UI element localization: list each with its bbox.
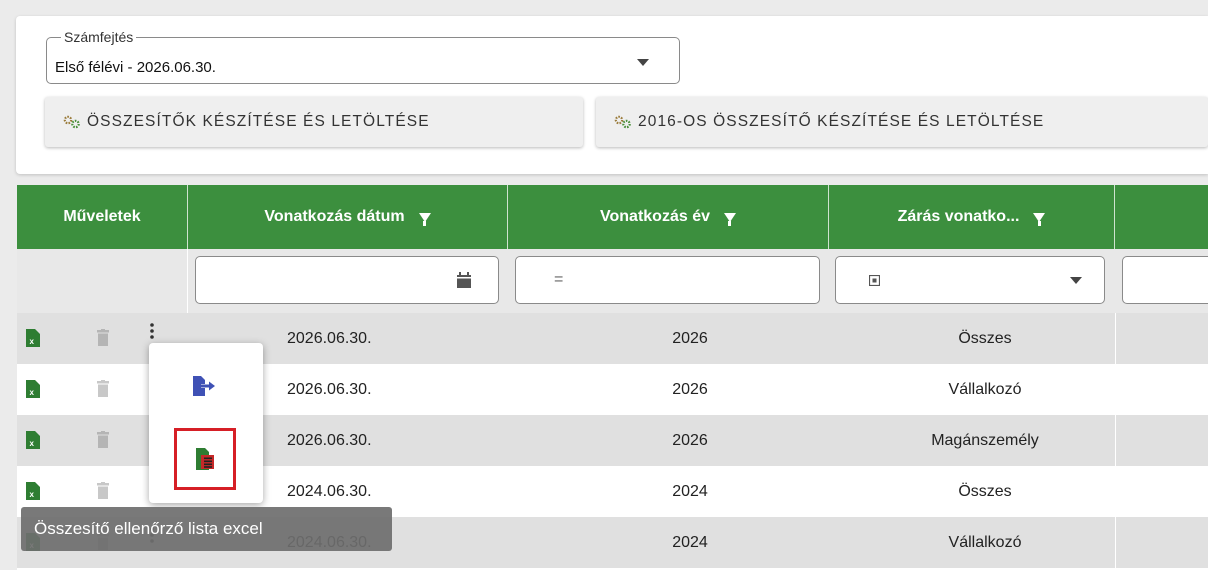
excel-checklist-menu-item[interactable] bbox=[174, 428, 236, 490]
trash-icon[interactable] bbox=[97, 329, 109, 346]
row-actions-menu bbox=[149, 343, 263, 503]
chevron-down-icon bbox=[637, 59, 649, 66]
zaras-cell: Vállalkozó bbox=[948, 533, 1022, 551]
zaras-cell: Összes bbox=[958, 329, 1012, 347]
chevron-down-icon bbox=[1070, 277, 1082, 284]
zaras-cell: Vállalkozó bbox=[948, 380, 1022, 398]
svg-text:x: x bbox=[30, 439, 35, 448]
svg-text:x: x bbox=[30, 388, 35, 397]
trash-icon[interactable] bbox=[97, 431, 109, 448]
column-header-muveletek: Műveletek bbox=[17, 185, 188, 249]
excel-file-icon[interactable]: x bbox=[26, 482, 40, 500]
trash-icon[interactable] bbox=[97, 482, 109, 499]
date-cell: 2026.06.30. bbox=[287, 380, 372, 398]
excel-file-icon[interactable]: x bbox=[26, 431, 40, 449]
year-cell: 2024 bbox=[672, 533, 708, 551]
column-header-zaras[interactable]: Zárás vonatko... bbox=[829, 185, 1115, 249]
date-cell: 2026.06.30. bbox=[287, 431, 372, 449]
year-cell: 2026 bbox=[672, 431, 708, 449]
filter-cell-empty bbox=[17, 249, 188, 313]
excel-list-icon bbox=[196, 448, 214, 470]
extra-cell bbox=[1115, 313, 1208, 364]
column-header-label: Zárás vonatko... bbox=[897, 208, 1020, 225]
grid-header: Műveletek Vonatkozás dátum Vonatkozás év… bbox=[17, 185, 1208, 249]
svg-text:x: x bbox=[30, 490, 35, 499]
zaras-filter-select[interactable] bbox=[835, 256, 1105, 304]
extra-cell bbox=[1115, 517, 1208, 568]
button-label: 2016-OS ÖSSZESÍTŐ KÉSZÍTÉSE ÉS LETÖLTÉSE bbox=[638, 113, 1045, 130]
button-label: ÖSSZESÍTŐK KÉSZÍTÉSE ÉS LETÖLTÉSE bbox=[87, 113, 430, 130]
year-cell: 2026 bbox=[672, 329, 708, 347]
filter-row: = bbox=[17, 249, 1208, 313]
filter-operator-icon bbox=[869, 275, 880, 286]
column-header-label: Vonatkozás év bbox=[600, 208, 710, 225]
extra-cell bbox=[1115, 415, 1208, 466]
filter-icon[interactable] bbox=[723, 212, 736, 226]
year-filter-input[interactable]: = bbox=[515, 256, 820, 304]
select-label: Számfejtés bbox=[61, 28, 137, 46]
file-export-icon[interactable] bbox=[193, 376, 215, 396]
select-value: Első félévi - 2026.06.30. bbox=[55, 59, 216, 76]
more-vertical-icon[interactable] bbox=[150, 323, 154, 339]
filter-icon[interactable] bbox=[418, 212, 431, 226]
excel-file-icon[interactable]: x bbox=[26, 380, 40, 398]
date-cell: 2026.06.30. bbox=[287, 329, 372, 347]
year-cell: 2026 bbox=[672, 380, 708, 398]
create-summaries-button[interactable]: ÖSSZESÍTŐK KÉSZÍTÉSE ÉS LETÖLTÉSE bbox=[45, 97, 583, 147]
date-filter-input[interactable] bbox=[195, 256, 499, 304]
year-cell: 2024 bbox=[672, 482, 708, 500]
svg-text:x: x bbox=[30, 337, 35, 346]
column-header-label: Műveletek bbox=[63, 208, 141, 225]
extra-filter-input[interactable] bbox=[1122, 256, 1208, 304]
filter-icon[interactable] bbox=[1033, 212, 1046, 226]
zaras-cell: Magánszemély bbox=[931, 431, 1039, 449]
calendar-icon[interactable] bbox=[457, 272, 471, 288]
column-header-vonatkozas-ev[interactable]: Vonatkozás év bbox=[508, 185, 829, 249]
create-2016-summary-button[interactable]: 2016-OS ÖSSZESÍTŐ KÉSZÍTÉSE ÉS LETÖLTÉSE bbox=[596, 97, 1208, 147]
equals-operator[interactable]: = bbox=[554, 271, 563, 289]
gears-icon bbox=[614, 115, 631, 129]
excel-file-icon[interactable]: x bbox=[26, 329, 40, 347]
gears-icon bbox=[63, 115, 80, 129]
column-header-label: Vonatkozás dátum bbox=[264, 208, 405, 225]
szamfejtes-select[interactable]: Számfejtés Első félévi - 2026.06.30. bbox=[46, 28, 680, 84]
tooltip: Összesítő ellenőrző lista excel bbox=[21, 507, 392, 551]
column-header-vonatkozas-datum[interactable]: Vonatkozás dátum bbox=[188, 185, 508, 249]
trash-icon[interactable] bbox=[97, 380, 109, 397]
zaras-cell: Összes bbox=[958, 482, 1012, 500]
